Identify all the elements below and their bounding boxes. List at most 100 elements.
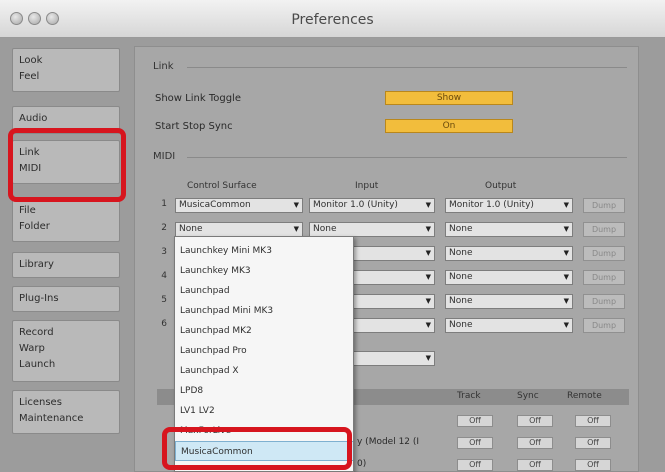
dump-button[interactable]: Dump: [583, 294, 625, 309]
sidebar-item-label: Record: [19, 327, 54, 338]
sidebar-item-label: Licenses: [19, 397, 62, 408]
chevron-down-icon: ▼: [425, 201, 431, 209]
chevron-down-icon: ▼: [563, 297, 569, 305]
dropdown-option[interactable]: Launchkey MK3: [175, 261, 353, 281]
dump-button[interactable]: Dump: [583, 246, 625, 261]
start-stop-sync-label: Start Stop Sync: [155, 121, 233, 132]
sidebar-item-label: Maintenance: [19, 413, 84, 424]
title-bar: Preferences: [0, 0, 665, 38]
output-select[interactable]: None ▼: [445, 294, 573, 309]
sync-toggle[interactable]: Off: [517, 459, 553, 471]
remote-toggle[interactable]: Off: [575, 459, 611, 471]
sidebar-item-record-warp-launch[interactable]: Record Warp Launch: [12, 320, 120, 382]
combo-value: None: [449, 224, 473, 234]
highlight-box-link-midi: [8, 128, 126, 202]
track-toggle[interactable]: Off: [457, 459, 493, 471]
sidebar-item-licenses-maintenance[interactable]: Licenses Maintenance: [12, 390, 120, 434]
combo-value: MusicaCommon: [179, 200, 251, 210]
row-number: 5: [161, 295, 167, 305]
sidebar-item-label: Launch: [19, 359, 56, 370]
preferences-window: Preferences Look Feel Audio Link MIDI Fi…: [0, 0, 665, 472]
section-divider: [187, 157, 627, 158]
highlight-box-selected-option: [162, 427, 352, 470]
combo-value: None: [449, 296, 473, 306]
sidebar-item-plugins[interactable]: Plug-Ins: [12, 286, 120, 312]
sidebar-item-label: Audio: [19, 113, 48, 124]
chevron-down-icon: ▼: [293, 201, 299, 209]
sidebar-item-look-feel[interactable]: Look Feel: [12, 48, 120, 92]
chevron-down-icon: ▼: [425, 225, 431, 233]
output-select[interactable]: Monitor 1.0 (Unity) ▼: [445, 198, 573, 213]
port-name: 0): [357, 459, 367, 469]
remote-header: Remote: [567, 391, 602, 401]
dump-button[interactable]: Dump: [583, 222, 625, 237]
dropdown-option[interactable]: Launchpad X: [175, 361, 353, 381]
sync-toggle[interactable]: Off: [517, 437, 553, 449]
sidebar-item-file-folder[interactable]: File Folder: [12, 198, 120, 242]
chevron-down-icon: ▼: [425, 321, 431, 329]
dropdown-option[interactable]: LV1 LV2: [175, 401, 353, 421]
combo-value: Monitor 1.0 (Unity): [313, 200, 398, 210]
control-surface-header: Control Surface: [187, 181, 257, 191]
sidebar-item-label: Library: [19, 259, 54, 270]
window-title: Preferences: [291, 12, 374, 28]
row-number: 3: [161, 247, 167, 257]
output-select[interactable]: None ▼: [445, 318, 573, 333]
input-select[interactable]: Monitor 1.0 (Unity) ▼: [309, 198, 435, 213]
dump-button[interactable]: Dump: [583, 198, 625, 213]
sidebar-item-label: Warp: [19, 343, 45, 354]
dropdown-option[interactable]: Launchpad: [175, 281, 353, 301]
dropdown-option[interactable]: Launchpad MK2: [175, 321, 353, 341]
chevron-down-icon: ▼: [563, 321, 569, 329]
track-toggle[interactable]: Off: [457, 437, 493, 449]
dump-button[interactable]: Dump: [583, 318, 625, 333]
sidebar-item-label: Look: [19, 55, 43, 66]
sync-header: Sync: [517, 391, 539, 401]
dropdown-option[interactable]: LPD8: [175, 381, 353, 401]
sidebar: Look Feel Audio Link MIDI File Folder Li…: [8, 48, 126, 472]
midi-section-title: MIDI: [153, 151, 176, 162]
start-stop-sync-button[interactable]: On: [385, 119, 513, 133]
sidebar-item-library[interactable]: Library: [12, 252, 120, 278]
dropdown-option[interactable]: Launchpad Pro: [175, 341, 353, 361]
chevron-down-icon: ▼: [425, 273, 431, 281]
chevron-down-icon: ▼: [563, 273, 569, 281]
combo-value: None: [449, 248, 473, 258]
sync-toggle[interactable]: Off: [517, 415, 553, 427]
output-select[interactable]: None ▼: [445, 246, 573, 261]
control-surface-select[interactable]: MusicaCommon ▼: [175, 198, 303, 213]
section-divider: [187, 67, 627, 68]
dropdown-option[interactable]: Launchpad Mini MK3: [175, 301, 353, 321]
row-number: 6: [161, 319, 167, 329]
output-select[interactable]: None ▼: [445, 270, 573, 285]
chevron-down-icon: ▼: [563, 225, 569, 233]
combo-value: None: [449, 320, 473, 330]
output-header: Output: [485, 181, 517, 191]
combo-value: None: [313, 224, 337, 234]
output-select[interactable]: None ▼: [445, 222, 573, 237]
combo-value: Monitor 1.0 (Unity): [449, 200, 534, 210]
show-link-toggle-label: Show Link Toggle: [155, 93, 241, 104]
chevron-down-icon: ▼: [293, 225, 299, 233]
row-number: 4: [161, 271, 167, 281]
track-toggle[interactable]: Off: [457, 415, 493, 427]
sidebar-item-label: Plug-Ins: [19, 293, 59, 304]
track-header: Track: [457, 391, 481, 401]
chevron-down-icon: ▼: [425, 297, 431, 305]
chevron-down-icon: ▼: [563, 249, 569, 257]
chevron-down-icon: ▼: [563, 201, 569, 209]
chevron-down-icon: ▼: [425, 249, 431, 257]
row-number: 1: [161, 199, 167, 209]
control-surface-select[interactable]: None ▼: [175, 222, 303, 237]
remote-toggle[interactable]: Off: [575, 415, 611, 427]
sidebar-item-label: File: [19, 205, 36, 216]
sidebar-item-label: Folder: [19, 221, 50, 232]
sidebar-item-label: Feel: [19, 71, 40, 82]
show-link-toggle-button[interactable]: Show: [385, 91, 513, 105]
input-select[interactable]: None ▼: [309, 222, 435, 237]
input-header: Input: [355, 181, 379, 191]
dropdown-option[interactable]: Launchkey Mini MK3: [175, 241, 353, 261]
dump-button[interactable]: Dump: [583, 270, 625, 285]
remote-toggle[interactable]: Off: [575, 437, 611, 449]
combo-value: None: [179, 224, 203, 234]
